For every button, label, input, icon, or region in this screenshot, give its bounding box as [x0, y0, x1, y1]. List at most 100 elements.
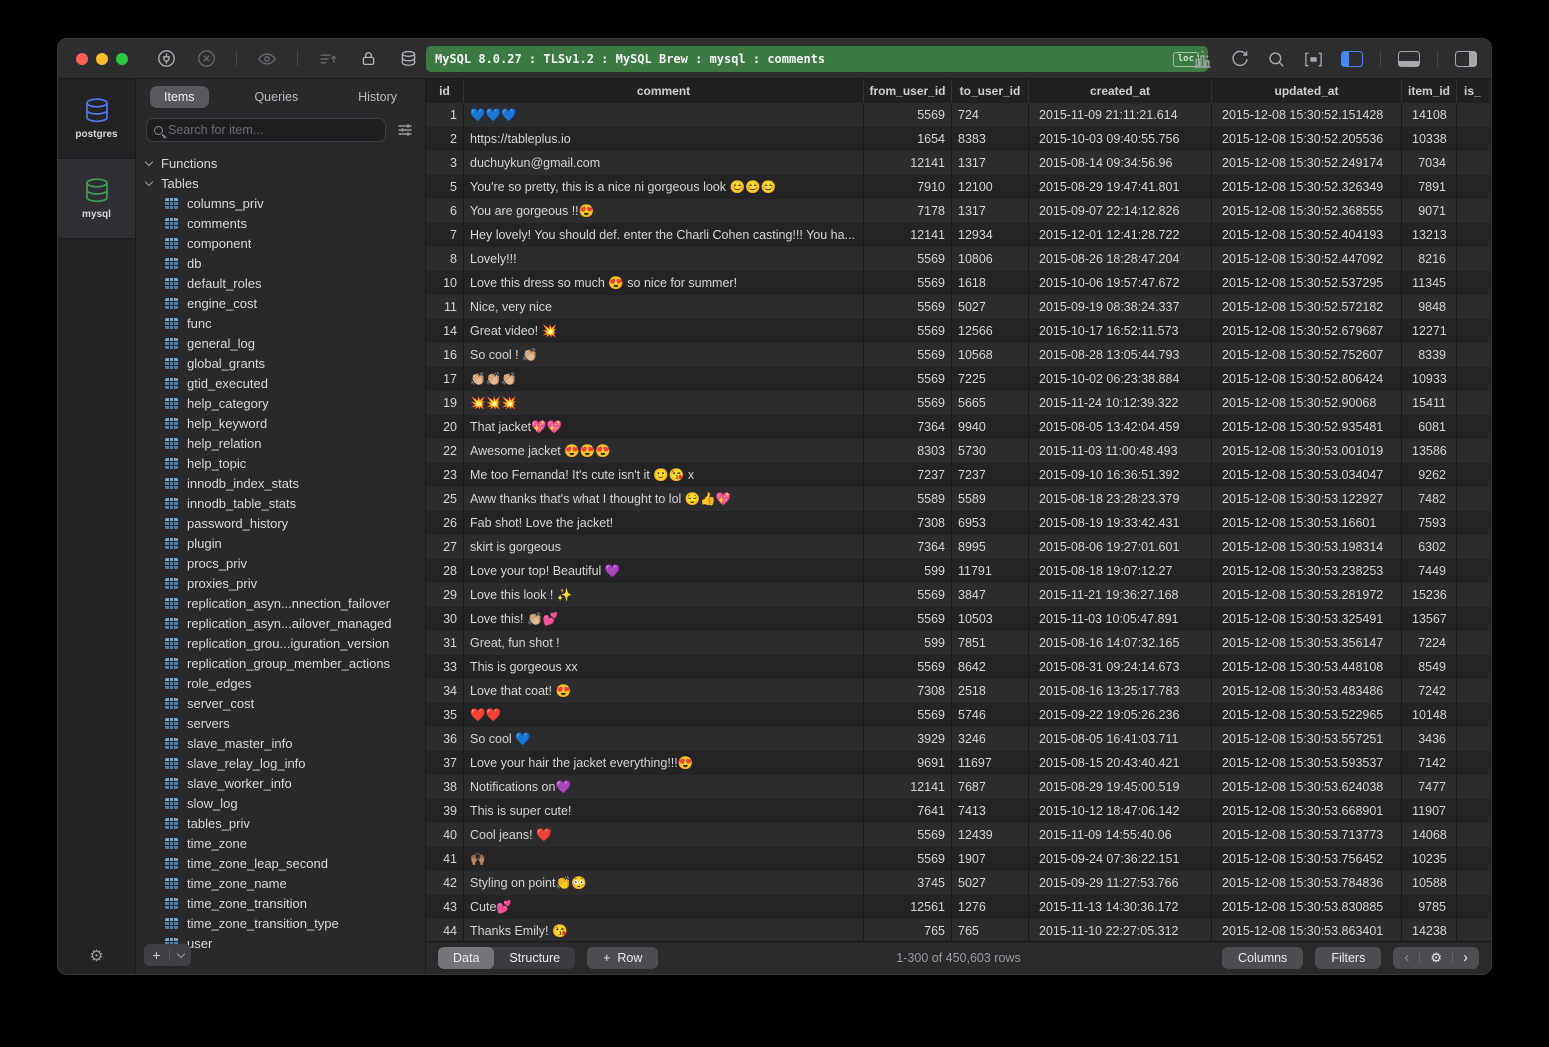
cell-item-id[interactable]: 15236	[1402, 583, 1457, 607]
sidebar-item-table[interactable]: gtid_executed	[136, 373, 425, 393]
sidebar-item-table[interactable]: time_zone_name	[136, 873, 425, 893]
cell-created-at[interactable]: 2015-11-09 21:11:21.614	[1029, 103, 1212, 127]
sidebar-item-table[interactable]: role_edges	[136, 673, 425, 693]
cell-created-at[interactable]: 2015-08-19 19:33:42.431	[1029, 511, 1212, 535]
cell-to-user-id[interactable]: 7225	[952, 367, 1029, 391]
cell-comment[interactable]: ❤️❤️	[464, 703, 864, 727]
search-input[interactable]	[168, 123, 378, 137]
cell-id[interactable]: 35	[426, 703, 464, 727]
cell-item-id[interactable]: 9262	[1402, 463, 1457, 487]
cell-id[interactable]: 29	[426, 583, 464, 607]
column-header-id[interactable]: id	[426, 79, 464, 103]
cell-from-user-id[interactable]: 7364	[864, 535, 952, 559]
cell-item-id[interactable]: 7477	[1402, 775, 1457, 799]
cell-id[interactable]: 36	[426, 727, 464, 751]
cell-comment[interactable]: Love this! 👏🏼💕	[464, 607, 864, 631]
database-icon[interactable]	[398, 49, 418, 69]
close-window-button[interactable]	[76, 53, 88, 65]
cell-updated-at[interactable]: 2015-12-08 15:30:53.830885	[1212, 895, 1402, 919]
cell-to-user-id[interactable]: 7413	[952, 799, 1029, 823]
filter-sliders-icon[interactable]	[395, 120, 415, 140]
cell-item-id[interactable]: 7242	[1402, 679, 1457, 703]
cell-id[interactable]: 26	[426, 511, 464, 535]
cell-item-id[interactable]: 15411	[1402, 391, 1457, 415]
cell-to-user-id[interactable]: 1618	[952, 271, 1029, 295]
cell-updated-at[interactable]: 2015-12-08 15:30:53.522965	[1212, 703, 1402, 727]
cell-created-at[interactable]: 2015-12-01 12:41:28.722	[1029, 223, 1212, 247]
search-icon[interactable]	[1267, 50, 1286, 69]
cell-comment[interactable]: So cool 💙	[464, 727, 864, 751]
cell-is[interactable]	[1457, 535, 1491, 559]
cell-item-id[interactable]: 10148	[1402, 703, 1457, 727]
cell-from-user-id[interactable]: 5569	[864, 703, 952, 727]
cell-from-user-id[interactable]: 765	[864, 919, 952, 941]
cell-is[interactable]	[1457, 511, 1491, 535]
cell-comment[interactable]: https://tableplus.io	[464, 127, 864, 151]
cell-to-user-id[interactable]: 5730	[952, 439, 1029, 463]
table-row[interactable]: 2https://tableplus.io165483832015-10-03 …	[426, 127, 1491, 151]
cell-item-id[interactable]: 10933	[1402, 367, 1457, 391]
cell-item-id[interactable]: 10588	[1402, 871, 1457, 895]
cell-id[interactable]: 41	[426, 847, 464, 871]
cell-updated-at[interactable]: 2015-12-08 15:30:52.90068	[1212, 391, 1402, 415]
cell-item-id[interactable]: 10235	[1402, 847, 1457, 871]
cell-item-id[interactable]: 7482	[1402, 487, 1457, 511]
cell-id[interactable]: 30	[426, 607, 464, 631]
table-row[interactable]: 30Love this! 👏🏼💕5569105032015-11-03 10:0…	[426, 607, 1491, 631]
cell-id[interactable]: 27	[426, 535, 464, 559]
cell-from-user-id[interactable]: 7308	[864, 511, 952, 535]
table-row[interactable]: 26Fab shot! Love the jacket!730869532015…	[426, 511, 1491, 535]
cell-is[interactable]	[1457, 775, 1491, 799]
eye-icon[interactable]	[257, 49, 277, 69]
sidebar-item-table[interactable]: time_zone_transition	[136, 893, 425, 913]
cell-from-user-id[interactable]: 1654	[864, 127, 952, 151]
cell-to-user-id[interactable]: 10806	[952, 247, 1029, 271]
cell-to-user-id[interactable]: 10503	[952, 607, 1029, 631]
table-row[interactable]: 29Love this look ! ✨556938472015-11-21 1…	[426, 583, 1491, 607]
sidebar-item-table[interactable]: innodb_table_stats	[136, 493, 425, 513]
sidebar-item-table[interactable]: proxies_priv	[136, 573, 425, 593]
disconnect-icon[interactable]	[196, 49, 216, 69]
cell-to-user-id[interactable]: 7687	[952, 775, 1029, 799]
cell-created-at[interactable]: 2015-10-03 09:40:55.756	[1029, 127, 1212, 151]
cell-comment[interactable]: Love that coat! 😍	[464, 679, 864, 703]
cell-updated-at[interactable]: 2015-12-08 15:30:53.034047	[1212, 463, 1402, 487]
tab-items[interactable]: Items	[150, 86, 209, 108]
table-row[interactable]: 5You're so pretty, this is a nice ni gor…	[426, 175, 1491, 199]
cell-id[interactable]: 19	[426, 391, 464, 415]
cell-created-at[interactable]: 2015-10-06 19:57:47.672	[1029, 271, 1212, 295]
sidebar-item-table[interactable]: engine_cost	[136, 293, 425, 313]
cell-from-user-id[interactable]: 9691	[864, 751, 952, 775]
cell-created-at[interactable]: 2015-08-05 13:42:04.459	[1029, 415, 1212, 439]
cell-from-user-id[interactable]: 5569	[864, 391, 952, 415]
cell-created-at[interactable]: 2015-09-10 16:36:51.392	[1029, 463, 1212, 487]
cell-to-user-id[interactable]: 12439	[952, 823, 1029, 847]
table-row[interactable]: 41🙌🏽556919072015-09-24 07:36:22.1512015-…	[426, 847, 1491, 871]
cell-created-at[interactable]: 2015-10-12 18:47:06.142	[1029, 799, 1212, 823]
cell-is[interactable]	[1457, 223, 1491, 247]
cell-from-user-id[interactable]: 5569	[864, 583, 952, 607]
cell-item-id[interactable]: 14108	[1402, 103, 1457, 127]
table-row[interactable]: 3duchuykun@gmail.com1214113172015-08-14 …	[426, 151, 1491, 175]
cell-to-user-id[interactable]: 1907	[952, 847, 1029, 871]
cell-comment[interactable]: 🙌🏽	[464, 847, 864, 871]
cell-updated-at[interactable]: 2015-12-08 15:30:53.483486	[1212, 679, 1402, 703]
cell-comment[interactable]: Love this look ! ✨	[464, 583, 864, 607]
cell-item-id[interactable]: 7034	[1402, 151, 1457, 175]
cell-updated-at[interactable]: 2015-12-08 15:30:53.356147	[1212, 631, 1402, 655]
cell-to-user-id[interactable]: 5589	[952, 487, 1029, 511]
cell-from-user-id[interactable]: 5569	[864, 247, 952, 271]
page-settings-gear-icon[interactable]: ⚙	[1430, 950, 1442, 966]
cell-updated-at[interactable]: 2015-12-08 15:30:53.198314	[1212, 535, 1402, 559]
table-row[interactable]: 10Love this dress so much 😍 so nice for …	[426, 271, 1491, 295]
cell-to-user-id[interactable]: 11697	[952, 751, 1029, 775]
table-row[interactable]: 38Notifications on💜1214176872015-08-29 1…	[426, 775, 1491, 799]
cell-to-user-id[interactable]: 5665	[952, 391, 1029, 415]
sidebar-item-table[interactable]: servers	[136, 713, 425, 733]
cell-comment[interactable]: This is gorgeous xx	[464, 655, 864, 679]
sidebar-item-table[interactable]: replication_asyn...nnection_failover	[136, 593, 425, 613]
connection-mysql[interactable]: mysql	[58, 159, 135, 239]
column-header-is[interactable]: is_	[1457, 79, 1491, 103]
table-row[interactable]: 43Cute💕1256112762015-11-13 14:30:36.1722…	[426, 895, 1491, 919]
cell-updated-at[interactable]: 2015-12-08 15:30:53.448108	[1212, 655, 1402, 679]
